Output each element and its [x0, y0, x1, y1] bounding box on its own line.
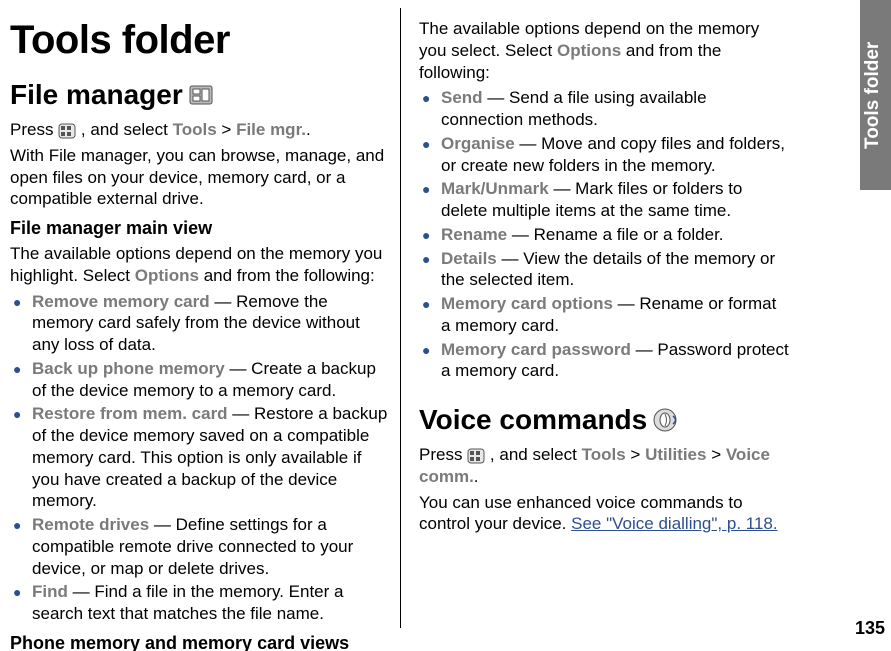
- heading-phone-memory: Phone memory and memory card views: [10, 633, 390, 651]
- column-right: The available options depend on the memo…: [400, 8, 800, 628]
- option-label: Memory card options: [441, 294, 613, 313]
- path-gt-2: >: [630, 445, 645, 464]
- heading-voice-commands-text: Voice commands: [419, 404, 647, 436]
- path-tools-2: Tools: [582, 445, 626, 464]
- menu-key-icon: [58, 123, 76, 139]
- heading-voice-commands: Voice commands: [419, 404, 790, 436]
- side-tab: Tools folder: [860, 0, 891, 190]
- list-item: Back up phone memory — Create a backup o…: [10, 358, 390, 402]
- press-label: Press: [10, 120, 58, 139]
- heading-main-view: File manager main view: [10, 218, 390, 239]
- list-item: Organise — Move and copy files and folde…: [419, 133, 790, 177]
- heading-file-manager-text: File manager: [10, 79, 183, 111]
- options-label-1: Options: [135, 266, 199, 285]
- option-text: — Rename a file or a folder.: [507, 225, 723, 244]
- press-and-select-2: , and select: [490, 445, 582, 464]
- file-manager-icon: [189, 84, 213, 106]
- list-item: Rename — Rename a file or a folder.: [419, 224, 790, 246]
- path-gt-1: >: [221, 120, 236, 139]
- page-title: Tools folder: [10, 18, 390, 63]
- option-label: Organise: [441, 134, 515, 153]
- main-view-intro-b: and from the following:: [199, 266, 375, 285]
- list-item: Details — View the details of the memory…: [419, 248, 790, 292]
- path-tools: Tools: [173, 120, 217, 139]
- option-label: Rename: [441, 225, 507, 244]
- voice-dialling-link[interactable]: See "Voice dialling", p. 118.: [571, 514, 777, 533]
- option-label: Details: [441, 249, 497, 268]
- option-label: Find: [32, 582, 68, 601]
- list-item: Memory card password — Password protect …: [419, 339, 790, 383]
- options-label-2: Options: [557, 41, 621, 60]
- list-item: Restore from mem. card — Restore a backu…: [10, 403, 390, 512]
- menu-key-icon: [467, 448, 485, 464]
- press-instruction-filemgr: Press , and select Tools > File mgr..: [10, 119, 390, 141]
- voice-commands-icon: [653, 408, 679, 432]
- column-left: Tools folder File manager Press: [0, 8, 400, 628]
- columns: Tools folder File manager Press: [0, 8, 840, 628]
- path-filemgr: File mgr.: [236, 120, 306, 139]
- list-item: Remove memory card — Remove the memory c…: [10, 291, 390, 356]
- page-number: 135: [855, 618, 885, 639]
- page: Tools folder File manager Press: [0, 0, 860, 651]
- path-utilities: Utilities: [645, 445, 706, 464]
- list-item: Send — Send a file using available conne…: [419, 87, 790, 131]
- path-period-2: .: [474, 467, 479, 486]
- filemgr-intro: With File manager, you can browse, manag…: [10, 145, 390, 210]
- main-view-options-list: Remove memory card — Remove the memory c…: [10, 291, 390, 625]
- option-label: Send: [441, 88, 483, 107]
- option-label: Memory card password: [441, 340, 631, 359]
- press-instruction-voice: Press , and select Tools > Utilities > V…: [419, 444, 790, 488]
- memory-views-intro: The available options depend on the memo…: [419, 18, 790, 83]
- path-period-1: .: [306, 120, 311, 139]
- list-item: Remote drives — Define settings for a co…: [10, 514, 390, 579]
- heading-file-manager: File manager: [10, 79, 390, 111]
- option-text: — Find a file in the memory. Enter a sea…: [32, 582, 343, 623]
- option-label: Mark/Unmark: [441, 179, 549, 198]
- option-label: Back up phone memory: [32, 359, 225, 378]
- option-label: Remote drives: [32, 515, 149, 534]
- option-label: Restore from mem. card: [32, 404, 228, 423]
- list-item: Mark/Unmark — Mark files or folders to d…: [419, 178, 790, 222]
- voice-intro: You can use enhanced voice commands to c…: [419, 492, 790, 536]
- press-and-select: , and select: [81, 120, 173, 139]
- main-view-intro: The available options depend on the memo…: [10, 243, 390, 287]
- memory-views-options-list: Send — Send a file using available conne…: [419, 87, 790, 382]
- press-label-2: Press: [419, 445, 467, 464]
- list-item: Find — Find a file in the memory. Enter …: [10, 581, 390, 625]
- list-item: Memory card options — Rename or format a…: [419, 293, 790, 337]
- path-gt-3: >: [711, 445, 726, 464]
- option-label: Remove memory card: [32, 292, 210, 311]
